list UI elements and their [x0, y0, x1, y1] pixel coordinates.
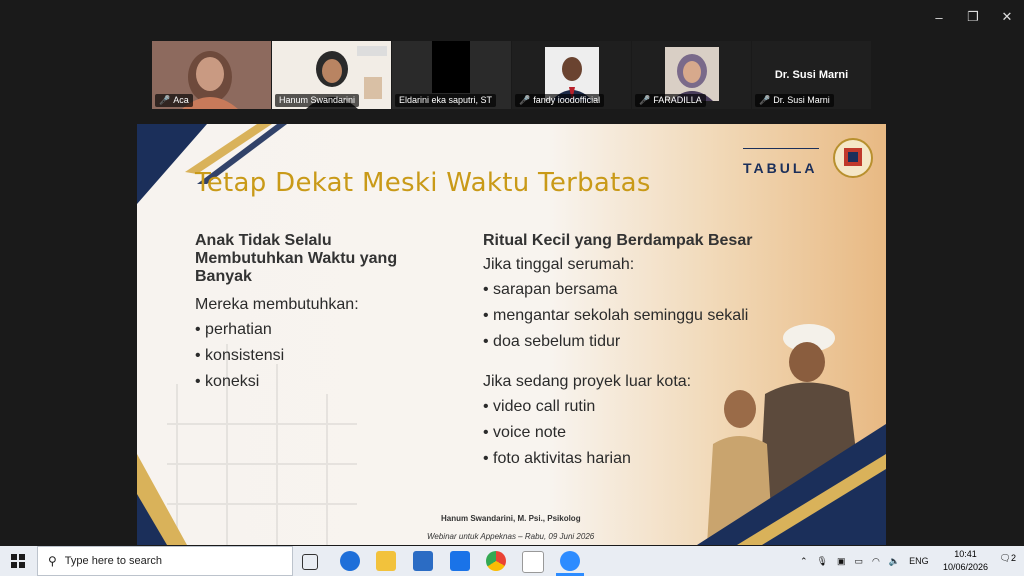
taskbar-search-box[interactable]: ⚲ Type here to search: [37, 546, 293, 576]
participant-name-eldarini: Eldarini eka saputri, ST: [395, 94, 497, 107]
list-item: voice note: [483, 420, 813, 446]
participant-video-eldarini: [432, 41, 470, 93]
list-item: mengantar sekolah seminggu sekali: [483, 303, 813, 329]
search-placeholder: Type here to search: [64, 555, 163, 567]
battery-icon[interactable]: ▭: [855, 556, 864, 567]
slide-title: Tetap Dekat Meski Waktu Terbatas: [195, 168, 651, 198]
zoom-icon[interactable]: [560, 551, 580, 571]
windows-icon: [11, 554, 25, 568]
participant-tile-susi[interactable]: Dr. Susi Marni 🎤 Dr. Susi Marni: [752, 41, 871, 109]
file-explorer-icon[interactable]: [376, 551, 396, 571]
wifi-icon[interactable]: ◠: [872, 556, 880, 567]
taskbar: ⚲ Type here to search ⌃ 🎙 ▣ ▭ ◠ 🔈 ENG 10…: [0, 546, 1024, 576]
right-intro-2: Jika sedang proyek luar kota:: [483, 373, 692, 390]
volume-muted-icon[interactable]: 🔈: [889, 556, 900, 567]
notifications-button[interactable]: 🗨2: [1000, 553, 1016, 564]
language-indicator[interactable]: ENG: [909, 556, 929, 566]
notification-icon: 🗨: [999, 553, 1011, 563]
participant-name-susi: 🎤 Dr. Susi Marni: [755, 94, 834, 107]
right-column: Ritual Kecil yang Berdampak Besar Jika t…: [483, 232, 813, 472]
list-item: sarapan bersama: [483, 277, 813, 303]
mic-off-icon: 🎤: [639, 95, 651, 105]
close-button[interactable]: ✕: [990, 0, 1024, 34]
mic-off-icon: 🎤: [759, 95, 771, 105]
list-item: perhatian: [195, 317, 445, 343]
mic-off-icon: 🎤: [519, 95, 531, 105]
list-item: foto aktivitas harian: [483, 446, 813, 472]
left-intro: Mereka membutuhkan:: [195, 296, 359, 313]
store-icon[interactable]: [413, 551, 433, 571]
mail-icon[interactable]: [450, 551, 470, 571]
participant-tile-faradilla[interactable]: 🎤 FARADILLA: [632, 41, 751, 109]
participant-tile-eldarini[interactable]: Eldarini eka saputri, ST: [392, 41, 511, 109]
list-item: doa sebelum tidur: [483, 329, 813, 355]
participant-name-aca: 🎤 Aca: [155, 94, 193, 107]
restore-button[interactable]: ❐: [956, 0, 990, 34]
participant-title-susi: Dr. Susi Marni: [774, 69, 849, 81]
participant-tile-fandy[interactable]: 🎤 fandy ioodofficial: [512, 41, 631, 109]
list-item: konsistensi: [195, 343, 445, 369]
brand-divider: [743, 148, 819, 149]
event-credit: Webinar untuk Appeknas – Rabu, 09 Juni 2…: [427, 532, 595, 541]
start-button[interactable]: [0, 546, 36, 576]
right-heading: Ritual Kecil yang Berdampak Besar: [483, 232, 753, 249]
participant-tile-hanum[interactable]: Hanum Swandarini: [272, 41, 391, 109]
participant-name-fandy: 🎤 fandy ioodofficial: [515, 94, 605, 107]
chevron-up-icon[interactable]: ⌃: [800, 556, 808, 567]
clock-time: 10:41: [954, 549, 977, 559]
clock[interactable]: 10:41 10/06/2026: [943, 548, 988, 574]
brand-text: TABULA: [743, 160, 818, 176]
list-item: koneksi: [195, 369, 445, 395]
participant-name-hanum: Hanum Swandarini: [275, 94, 360, 107]
task-view-icon[interactable]: [302, 554, 318, 570]
list-item: video call rutin: [483, 394, 813, 420]
notification-count: 2: [1010, 553, 1016, 563]
presenter-credit: Hanum Swandarini, M. Psi., Psikolog: [441, 514, 581, 523]
search-icon: ⚲: [48, 554, 57, 568]
organization-logo: [833, 138, 873, 178]
system-tray: ⌃ 🎙 ▣ ▭ ◠ 🔈 ENG: [800, 546, 929, 576]
participant-name-faradilla: 🎤 FARADILLA: [635, 94, 706, 107]
window-controls: – ❐ ✕: [922, 0, 1024, 34]
chrome-icon[interactable]: [486, 551, 506, 571]
participant-avatar-fandy: [545, 47, 599, 101]
mic-off-icon: 🎤: [159, 95, 171, 105]
display-icon[interactable]: ▣: [837, 556, 846, 567]
shared-slide: Tetap Dekat Meski Waktu Terbatas TABULA …: [137, 124, 886, 545]
clock-date: 10/06/2026: [942, 562, 988, 572]
participant-avatar-faradilla: [665, 47, 719, 101]
capcut-icon[interactable]: [522, 551, 544, 573]
edge-icon[interactable]: [340, 551, 360, 571]
left-heading: Anak Tidak Selalu Membutuhkan Waktu yang…: [195, 232, 398, 285]
right-intro-1: Jika tinggal serumah:: [483, 256, 635, 273]
minimize-button[interactable]: –: [922, 0, 956, 34]
left-column: Anak Tidak Selalu Membutuhkan Waktu yang…: [195, 232, 445, 395]
microphone-icon[interactable]: 🎙: [817, 556, 828, 567]
participant-tile-aca[interactable]: 🎤 Aca: [152, 41, 271, 109]
